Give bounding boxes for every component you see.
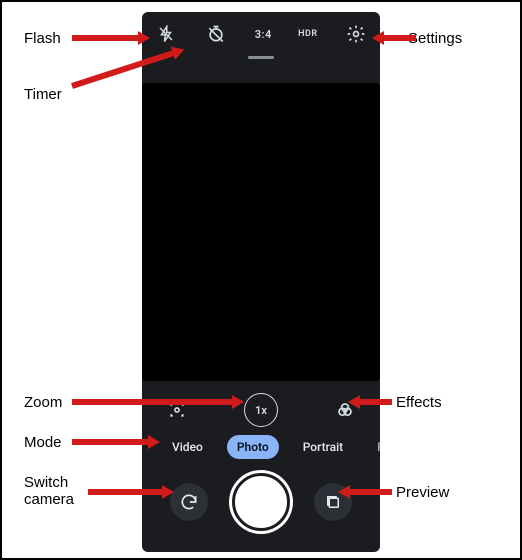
mode-video[interactable]: Video [162,435,213,459]
annotation-flash: Flash [24,30,61,47]
mode-portrait[interactable]: Portrait [293,435,353,459]
callout-arrow [88,486,174,498]
settings-icon[interactable] [344,22,368,46]
annotation-settings: Settings [408,30,462,47]
callout-arrow [338,486,392,498]
timer-icon[interactable] [204,22,228,46]
hdr-button[interactable]: HDR [298,29,317,39]
camera-viewfinder[interactable] [142,83,380,381]
annotation-switch-camera: Switch camera [24,474,74,508]
callout-arrow [348,396,392,408]
annotation-zoom: Zoom [24,394,62,411]
drawer-handle[interactable] [248,56,274,59]
flash-icon[interactable] [154,22,178,46]
mode-pro[interactable]: Pro [367,435,380,459]
mode-selector[interactable]: Video Photo Portrait Pro [142,431,380,459]
callout-arrow [72,32,150,44]
callout-arrow [72,396,244,408]
annotation-timer: Timer [24,86,62,103]
camera-app-window: 3:4 HDR 1x [142,12,380,552]
callout-arrow [72,436,160,448]
switch-camera-button[interactable] [170,483,208,521]
callout-arrow [372,32,416,44]
annotation-preview: Preview [396,484,449,501]
mode-photo[interactable]: Photo [227,435,279,459]
shutter-button[interactable] [232,473,290,531]
zoom-button[interactable]: 1x [244,393,278,427]
aspect-ratio-button[interactable]: 3:4 [255,28,272,41]
annotation-effects: Effects [396,394,442,411]
annotation-mode: Mode [24,434,62,451]
